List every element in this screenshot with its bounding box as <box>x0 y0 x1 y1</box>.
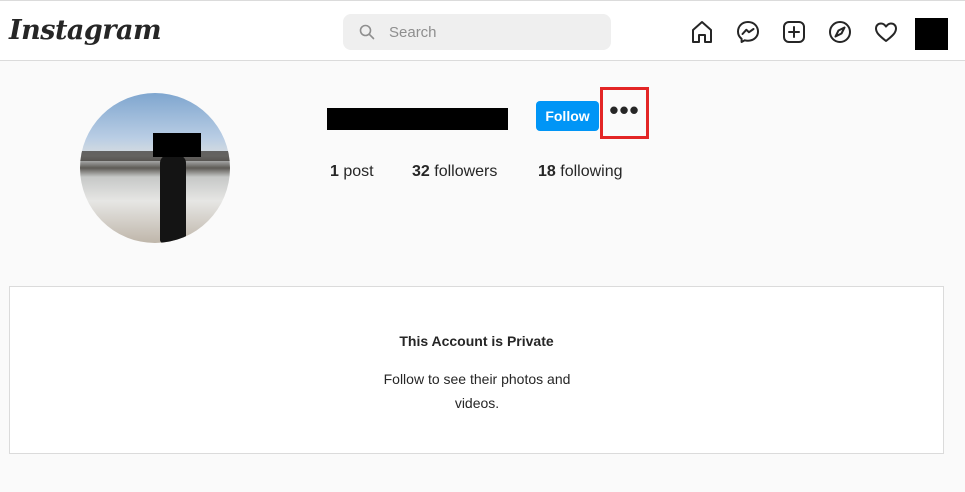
posts-count-label: post <box>343 163 374 180</box>
face-redaction <box>153 133 201 157</box>
posts-count-number: 1 <box>330 163 339 180</box>
posts-count: 1 post <box>330 163 374 181</box>
search-box[interactable] <box>343 14 611 50</box>
following-count-label: following <box>560 163 623 180</box>
photo-person <box>160 155 186 243</box>
followers-count-label: followers <box>434 163 498 180</box>
more-options-button[interactable]: ••• <box>600 87 649 139</box>
following-count-number: 18 <box>538 163 556 180</box>
explore-icon[interactable] <box>827 19 853 45</box>
messenger-icon[interactable] <box>735 19 761 45</box>
private-account-title: This Account is Private <box>399 333 554 349</box>
top-navigation-bar: Instagram <box>0 0 965 61</box>
profile-avatar[interactable] <box>915 18 948 50</box>
profile-picture <box>80 93 230 243</box>
home-icon[interactable] <box>689 19 715 45</box>
more-options-icon: ••• <box>609 95 640 125</box>
private-account-card: This Account is Private Follow to see th… <box>9 286 944 454</box>
followers-count-number: 32 <box>412 163 430 180</box>
follow-button[interactable]: Follow <box>536 101 599 131</box>
search-icon <box>359 24 375 40</box>
activity-heart-icon[interactable] <box>873 19 899 45</box>
private-account-message: Follow to see their photos and videos. <box>383 371 571 411</box>
search-input[interactable] <box>387 22 591 42</box>
username-redaction <box>327 108 508 130</box>
followers-count[interactable]: 32 followers <box>412 163 497 181</box>
following-count[interactable]: 18 following <box>538 163 623 181</box>
new-post-icon[interactable] <box>781 19 807 45</box>
instagram-logo[interactable]: Instagram <box>9 15 162 46</box>
